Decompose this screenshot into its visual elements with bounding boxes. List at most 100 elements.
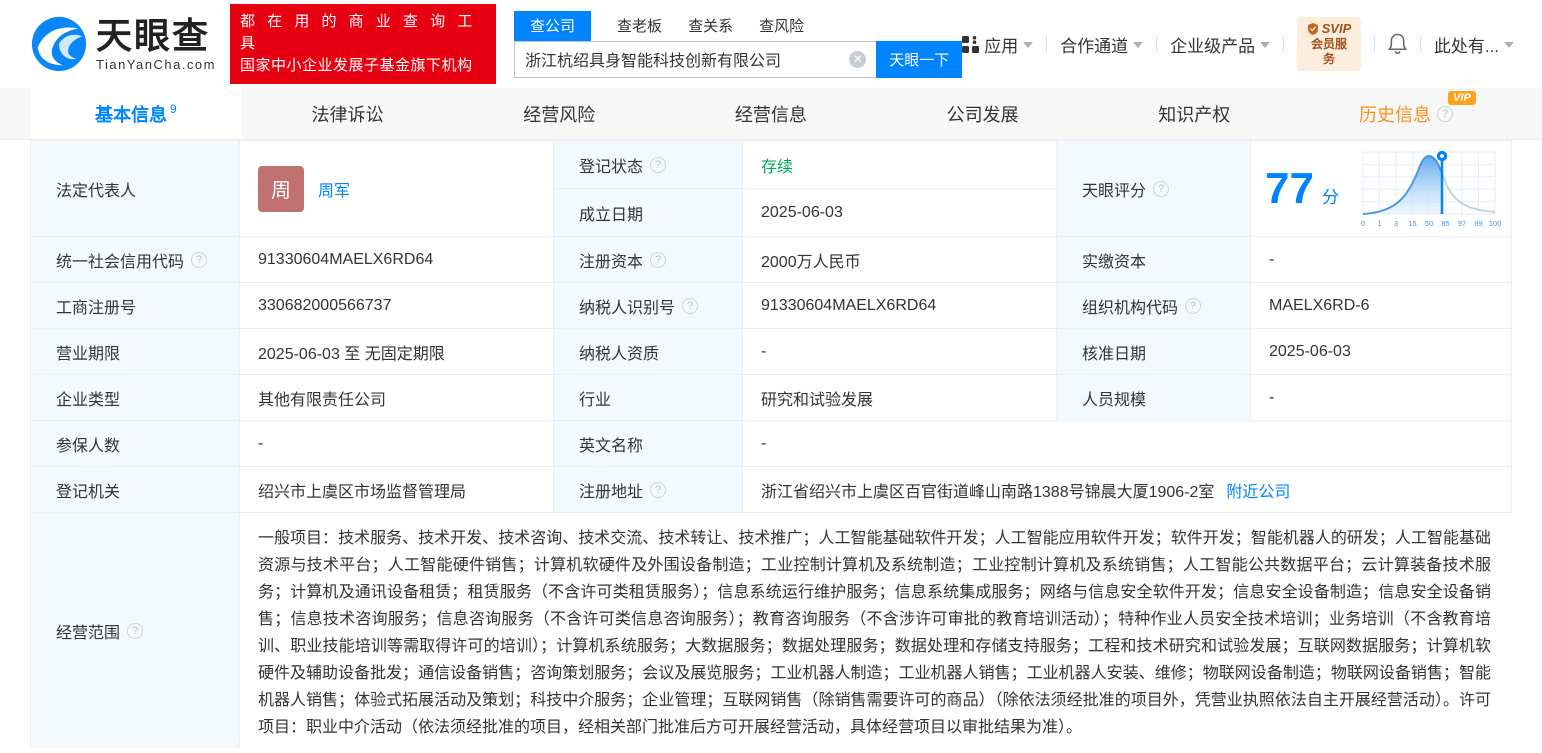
legal-rep-link[interactable]: 周军 <box>318 177 350 201</box>
slogan-line2: 国家中小企业发展子基金旗下机构 <box>240 55 486 77</box>
question-circle-icon[interactable]: ? <box>650 157 666 173</box>
basic-info-table: 法定代表人 周 周军 登记状态 ? 存续 成立日期 2025-06-03 天眼评… <box>30 140 1512 748</box>
reg-capital-label: 注册资本 ? <box>554 237 743 283</box>
search-tab-relation[interactable]: 查关系 <box>688 11 733 41</box>
tab-operation-info[interactable]: 经营信息 <box>665 88 877 139</box>
divider <box>1420 36 1421 52</box>
question-circle-icon[interactable]: ? <box>127 623 143 639</box>
taxpayer-id-label: 纳税人识别号 ? <box>554 283 743 329</box>
establish-date-label: 成立日期 <box>554 189 743 237</box>
svip-shield-icon <box>1307 23 1319 35</box>
insured-label: 参保人数 <box>31 421 240 467</box>
top-nav: 应用 合作通道 企业级产品 SVIP 会员服务 <box>962 17 1514 71</box>
search-tabs: 查公司 查老板 查关系 查风险 <box>514 11 962 41</box>
question-circle-icon[interactable]: ? <box>682 298 698 314</box>
tianyancha-logo-icon <box>30 15 88 73</box>
nav-apps[interactable]: 应用 <box>962 32 1033 57</box>
svip-sublabel: 会员服务 <box>1306 37 1352 67</box>
divider <box>1046 36 1047 52</box>
business-term-label: 营业期限 <box>31 329 240 375</box>
industry-label: 行业 <box>554 375 743 421</box>
logo-domain: TianYanCha.com <box>96 58 216 71</box>
tianyancha-logo[interactable]: 天眼查 TianYanCha.com <box>30 15 216 73</box>
reg-number-label: 工商注册号 <box>31 283 240 329</box>
tab-legal[interactable]: 法律诉讼 <box>242 88 454 139</box>
svg-text:50: 50 <box>1425 219 1433 228</box>
slogan-line1: 都 在 用 的 商 业 查 询 工 具 <box>240 11 486 55</box>
legal-rep-value: 周 周军 <box>240 141 554 237</box>
section-tabbar: 基本信息 9 法律诉讼 经营风险 经营信息 公司发展 知识产权 VIP 历史信息… <box>0 88 1542 140</box>
chevron-down-icon <box>1504 42 1514 48</box>
brand-slogan: 都 在 用 的 商 业 查 询 工 具 国家中小企业发展子基金旗下机构 <box>230 4 496 83</box>
org-code-label: 组织机构代码 ? <box>1057 283 1251 329</box>
tab-company-development[interactable]: 公司发展 <box>877 88 1089 139</box>
question-circle-icon[interactable]: ? <box>650 482 666 498</box>
reg-authority-label: 登记机关 <box>31 467 240 513</box>
nav-partner[interactable]: 合作通道 <box>1060 32 1143 57</box>
svg-text:99: 99 <box>1474 219 1482 228</box>
taxpayer-quality-value: - <box>743 329 1057 375</box>
paid-capital-label: 实缴资本 <box>1057 237 1251 283</box>
nav-apps-label: 应用 <box>984 32 1018 57</box>
insured-value: - <box>240 421 554 467</box>
score-value[interactable]: 77 分 <box>1251 141 1511 237</box>
svg-text:15: 15 <box>1408 219 1416 228</box>
avatar[interactable]: 周 <box>258 166 304 212</box>
svg-text:100: 100 <box>1489 219 1502 228</box>
reg-status-value: 存续 <box>743 141 1057 189</box>
question-circle-icon[interactable]: ? <box>650 252 666 268</box>
chevron-down-icon <box>1260 42 1270 48</box>
nav-enterprise-label: 企业级产品 <box>1170 32 1255 57</box>
reg-address-label: 注册地址 ? <box>554 467 743 513</box>
legal-rep-label: 法定代表人 <box>31 141 240 237</box>
question-circle-icon[interactable]: ? <box>1153 181 1169 197</box>
svg-text:85: 85 <box>1441 219 1449 228</box>
score-label: 天眼评分 ? <box>1057 141 1251 237</box>
search-tab-boss[interactable]: 查老板 <box>617 11 662 41</box>
reg-status-label: 登记状态 ? <box>554 141 743 189</box>
company-type-value: 其他有限责任公司 <box>240 375 554 421</box>
staff-size-label: 人员规模 <box>1057 375 1251 421</box>
business-term-value: 2025-06-03 至 无固定期限 <box>240 329 554 375</box>
reg-authority-value: 绍兴市上虞区市场监督管理局 <box>240 467 554 513</box>
logo-title: 天眼查 <box>96 18 216 54</box>
tab-intellectual-property[interactable]: 知识产权 <box>1088 88 1300 139</box>
nav-more[interactable]: 此处有... <box>1434 32 1514 57</box>
svg-text:3: 3 <box>1394 219 1398 228</box>
question-circle-icon[interactable]: ? <box>191 252 207 268</box>
staff-size-value: - <box>1251 375 1511 421</box>
tab-basic-info[interactable]: 基本信息 9 <box>30 88 242 139</box>
clear-search-icon[interactable]: ✕ <box>849 51 866 68</box>
svip-label: SVIP <box>1322 21 1352 37</box>
search-button[interactable]: 天眼一下 <box>876 41 962 78</box>
search-area: 查公司 查老板 查关系 查风险 ✕ 天眼一下 <box>514 11 962 78</box>
svg-text:1: 1 <box>1377 219 1381 228</box>
svip-member-badge[interactable]: SVIP 会员服务 <box>1297 17 1361 71</box>
notification-bell-icon[interactable] <box>1388 33 1407 55</box>
divider <box>1283 36 1284 52</box>
credit-code-value: 91330604MAELX6RD64 <box>240 237 554 283</box>
apps-grid-icon <box>962 36 979 53</box>
paid-capital-value: - <box>1251 237 1511 283</box>
tab-operation-risk[interactable]: 经营风险 <box>453 88 665 139</box>
question-circle-icon[interactable]: ? <box>1437 106 1453 122</box>
reg-capital-value: 2000万人民币 <box>743 237 1057 283</box>
search-input[interactable] <box>514 41 876 78</box>
score-axis-ticks: 0 1 3 15 50 85 97 99 100 <box>1361 219 1501 228</box>
business-scope-label: 经营范围 ? <box>31 513 240 748</box>
tab-history-info[interactable]: VIP 历史信息 ? <box>1300 88 1512 139</box>
search-tab-company[interactable]: 查公司 <box>514 11 591 41</box>
approval-date-label: 核准日期 <box>1057 329 1251 375</box>
svg-text:0: 0 <box>1361 219 1365 228</box>
question-circle-icon[interactable]: ? <box>1185 298 1201 314</box>
vip-badge: VIP <box>1448 91 1476 105</box>
svg-text:97: 97 <box>1458 219 1466 228</box>
approval-date-value: 2025-06-03 <box>1251 329 1511 375</box>
search-tab-risk[interactable]: 查风险 <box>759 11 804 41</box>
tab-basic-count: 9 <box>170 102 177 116</box>
establish-date-value: 2025-06-03 <box>743 189 1057 237</box>
nav-enterprise[interactable]: 企业级产品 <box>1170 32 1270 57</box>
nav-more-label: 此处有... <box>1434 32 1499 57</box>
nearby-companies-link[interactable]: 附近公司 <box>1226 478 1290 502</box>
org-code-value: MAELX6RD-6 <box>1251 283 1511 329</box>
